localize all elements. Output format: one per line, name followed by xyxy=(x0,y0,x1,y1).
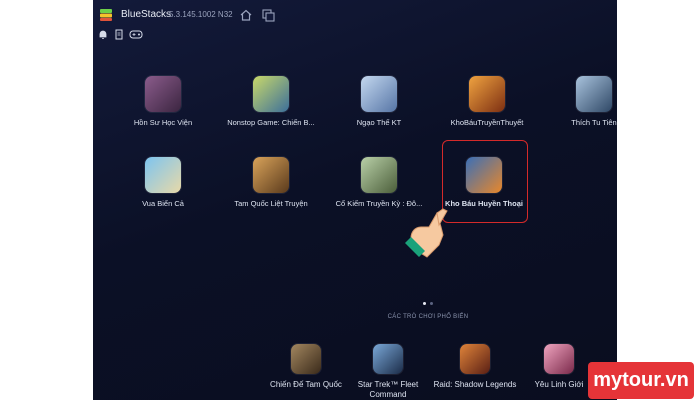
app-label: Tam Quốc Liệt Truyện xyxy=(234,199,308,208)
yeulinh-app-icon xyxy=(544,344,574,374)
gamepad-icon[interactable] xyxy=(129,28,143,40)
vuabienca-app-icon xyxy=(145,157,181,193)
app-honsu[interactable]: Hồn Sư Học Viện xyxy=(108,76,218,127)
app-thichtutien[interactable]: Thích Tu Tiên xyxy=(539,76,617,127)
app-label-line2: Command xyxy=(369,390,407,399)
ngaothe-app-icon xyxy=(361,76,397,112)
app-ngaothe[interactable]: Ngạo Thế KT xyxy=(324,76,434,127)
page-dot-inactive[interactable] xyxy=(430,302,433,305)
title-bar: BlueStacks 5.3.145.1002 N32 xyxy=(93,0,617,30)
raid-app-icon xyxy=(460,344,490,374)
bluestacks-logo-icon xyxy=(100,9,112,21)
cokiem-app-icon xyxy=(361,157,397,193)
app-tamquoc[interactable]: Tam Quốc Liệt Truyện xyxy=(216,157,326,208)
page-dot-active[interactable] xyxy=(423,302,426,305)
popular-games-heading: CÁC TRÒ CHƠI PHỔ BIẾN xyxy=(387,314,469,320)
app-nonstop[interactable]: Nonstop Game: Chiến B... xyxy=(216,76,326,127)
bell-icon[interactable] xyxy=(97,28,109,40)
thichtutien-app-icon xyxy=(576,76,612,112)
nonstop-app-icon xyxy=(253,76,289,112)
chiende-app-icon xyxy=(291,344,321,374)
version-label: 5.3.145.1002 N32 xyxy=(169,10,233,19)
mytour-watermark: mytour.vn xyxy=(588,362,694,399)
app-label: Nonstop Game: Chiến B... xyxy=(227,118,315,127)
app-label: Ngạo Thế KT xyxy=(356,118,402,127)
app-cokiem[interactable]: Cổ Kiếm Truyền Kỳ : Đô... xyxy=(324,157,434,208)
app-label: Vua Biển Cả xyxy=(142,199,184,208)
app-label: Thích Tu Tiên xyxy=(571,118,617,127)
app-label: Hồn Sư Học Viện xyxy=(133,118,193,127)
app-vuabienca[interactable]: Vua Biển Cả xyxy=(108,157,218,208)
startrek-app-icon xyxy=(373,344,403,374)
pointing-hand-icon xyxy=(405,208,448,258)
home-icon[interactable] xyxy=(239,8,253,22)
app-title: BlueStacks xyxy=(121,9,172,20)
app-khobau-truyenthuyet[interactable]: KhoBáuTruyềnThuyết xyxy=(432,76,542,127)
bluestacks-window: BlueStacks 5.3.145.1002 N32 Hồn Sư Học V… xyxy=(93,0,617,400)
app-label: KhoBáuTruyềnThuyết xyxy=(450,118,524,127)
honsu-app-icon xyxy=(145,76,181,112)
app-label-line1: Star Trek™ Fleet xyxy=(357,380,419,389)
multi-instance-icon[interactable] xyxy=(261,8,275,22)
khobau-app-icon xyxy=(469,76,505,112)
tamquoc-app-icon xyxy=(253,157,289,193)
clipboard-icon[interactable] xyxy=(113,28,125,40)
